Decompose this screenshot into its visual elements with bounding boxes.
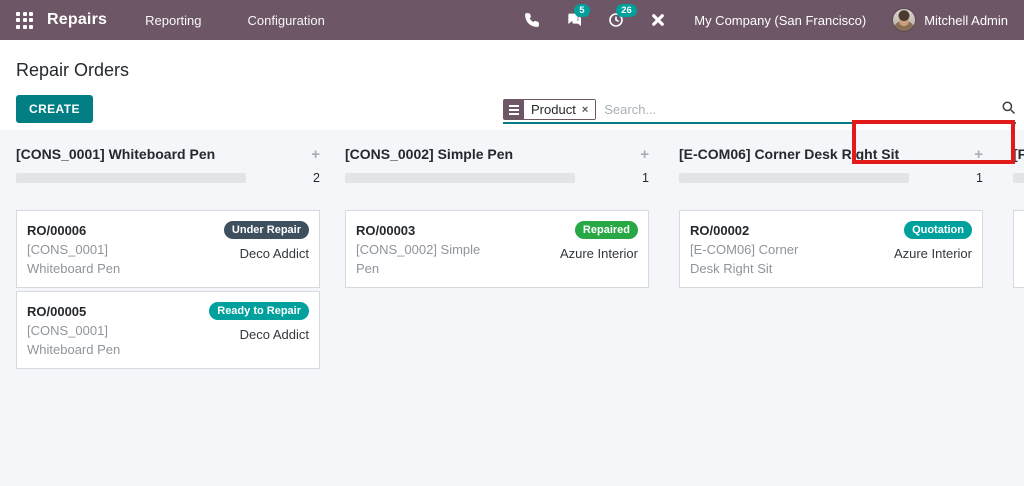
card-product: [CONS_0002] Simple	[356, 242, 481, 257]
column-add-icon[interactable]: +	[640, 147, 649, 162]
search-facet-product[interactable]: Product ×	[503, 99, 597, 120]
search-icon[interactable]	[1001, 100, 1016, 120]
column-progressbar[interactable]	[1013, 173, 1024, 183]
create-button[interactable]: CREATE	[16, 95, 93, 123]
app-name[interactable]: Repairs	[47, 11, 107, 29]
search-input[interactable]	[604, 102, 1001, 117]
company-switcher[interactable]: My Company (San Francisco)	[694, 13, 866, 28]
activities-clock-icon[interactable]: 26	[606, 4, 637, 30]
menu-configuration[interactable]: Configuration	[247, 13, 324, 28]
repairs-kanban-screen: Repairs Reporting Configuration 5 26 My …	[0, 0, 1024, 486]
column-count: 1	[642, 171, 649, 185]
kanban-column-partial: [F R [ C	[1013, 145, 1024, 291]
card-reference: RO/00003	[356, 223, 416, 238]
column-title: [CONS_0001] Whiteboard Pen	[16, 146, 216, 162]
column-title: [CONS_0002] Simple Pen	[345, 146, 514, 162]
card-partner: Azure Interior	[893, 246, 972, 262]
status-badge: Ready to Repair	[209, 302, 309, 321]
card-product: [CONS_0001]	[27, 323, 108, 338]
card-product: Whiteboard Pen	[27, 342, 121, 357]
status-badge: Quotation	[904, 221, 972, 240]
kanban-card[interactable]: R [ C	[1013, 210, 1024, 288]
column-add-icon[interactable]: +	[311, 147, 320, 162]
page-title: Repair Orders	[16, 60, 130, 80]
card-partner: Deco Addict	[239, 327, 309, 343]
control-panel: Repair Orders CREATE Product × Filters	[0, 40, 1024, 164]
card-reference: RO/00005	[27, 304, 87, 319]
user-menu[interactable]: Mitchell Admin	[924, 13, 1008, 28]
top-navbar: Repairs Reporting Configuration 5 26 My …	[0, 0, 1024, 40]
apps-menu-icon[interactable]	[16, 11, 33, 29]
kanban-column-corner-desk: [E-COM06] Corner Desk Right Sit + 1 RO/0…	[679, 145, 983, 291]
kanban-card[interactable]: RO/00005 [CONS_0001] Whiteboard Pen Read…	[16, 291, 320, 369]
facet-remove-icon[interactable]: ×	[582, 104, 588, 116]
kanban-card[interactable]: RO/00006 [CONS_0001] Whiteboard Pen Unde…	[16, 210, 320, 288]
card-partner: Azure Interior	[559, 246, 638, 262]
kanban-column-simple-pen: [CONS_0002] Simple Pen + 1 RO/00003 [CON…	[345, 145, 649, 291]
status-badge: Under Repair	[223, 221, 309, 240]
column-add-icon[interactable]: +	[974, 147, 983, 162]
column-count: 2	[313, 171, 320, 185]
tools-icon[interactable]	[648, 10, 668, 30]
search-bar: Product ×	[503, 97, 1016, 124]
column-title: [E-COM06] Corner Desk Right Sit	[679, 146, 900, 162]
kanban-card[interactable]: RO/00003 [CONS_0002] Simple Pen Repaired…	[345, 210, 649, 288]
card-reference: RO/00006	[27, 223, 87, 238]
card-product: Pen	[356, 261, 380, 276]
card-reference: RO/00002	[690, 223, 750, 238]
kanban-board: [CONS_0001] Whiteboard Pen + 2 RO/00006 …	[0, 130, 1024, 486]
kanban-card[interactable]: RO/00002 [E-COM06] Corner Desk Right Sit…	[679, 210, 983, 288]
column-progressbar[interactable]	[16, 173, 246, 183]
kanban-column-whiteboard-pen: [CONS_0001] Whiteboard Pen + 2 RO/00006 …	[16, 145, 320, 372]
column-progressbar[interactable]	[679, 173, 909, 183]
card-product: [CONS_0001]	[27, 242, 108, 257]
status-badge: Repaired	[574, 221, 638, 240]
messages-icon[interactable]: 5	[564, 4, 590, 30]
card-product: Whiteboard Pen	[27, 261, 121, 276]
card-partner: Deco Addict	[239, 246, 309, 262]
column-title: [F	[1013, 146, 1024, 162]
phone-icon[interactable]	[522, 10, 542, 30]
column-count: 1	[976, 171, 983, 185]
avatar[interactable]	[892, 8, 917, 32]
card-product: Desk Right Sit	[690, 261, 773, 276]
facet-label: Product	[531, 102, 576, 117]
activities-badge: 26	[616, 4, 637, 17]
card-product: [E-COM06] Corner	[690, 242, 799, 257]
facet-category-icon	[504, 100, 524, 119]
messages-badge: 5	[574, 4, 590, 17]
column-progressbar[interactable]	[345, 173, 575, 183]
menu-reporting[interactable]: Reporting	[145, 13, 201, 28]
